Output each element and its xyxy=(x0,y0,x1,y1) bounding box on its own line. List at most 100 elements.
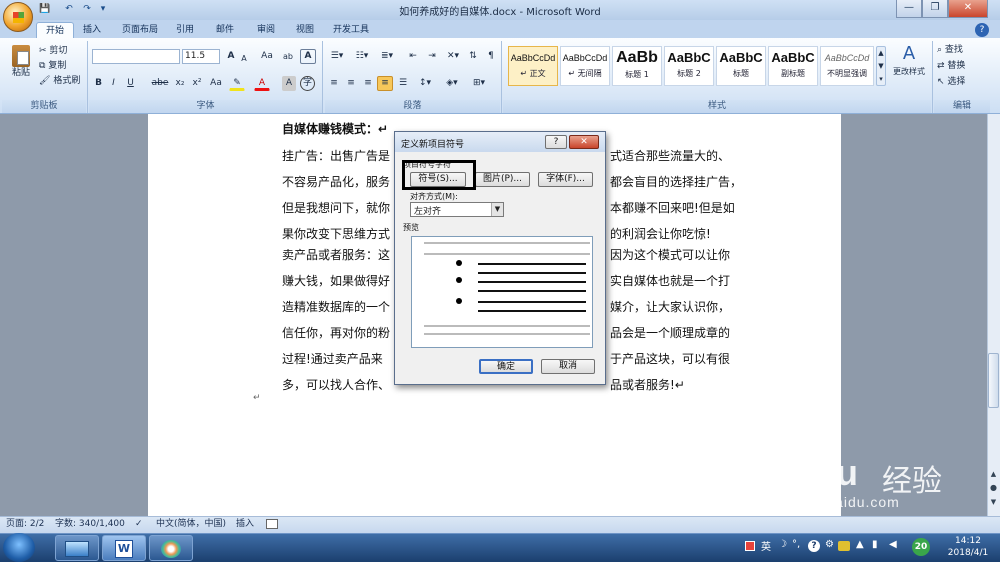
tab-developer[interactable]: 开发工具 xyxy=(324,22,378,38)
font-button[interactable]: 字体(F)... xyxy=(538,172,593,187)
page-count[interactable]: 页面: 2/2 xyxy=(6,518,44,531)
picture-button[interactable]: 图片(P)... xyxy=(475,172,530,187)
replace-button[interactable]: ⇄ 替换 xyxy=(936,59,986,72)
superscript-button[interactable]: x² xyxy=(189,76,205,91)
change-case-small-button[interactable]: Aa xyxy=(207,76,225,91)
insert-mode[interactable]: 插入 xyxy=(236,518,254,531)
ime-moon-icon[interactable]: ☽ xyxy=(778,539,787,550)
align-center-button[interactable]: ≡ xyxy=(343,76,359,91)
preview-line xyxy=(478,263,586,265)
ime-punct-icon[interactable]: °, xyxy=(792,539,800,550)
tab-insert[interactable]: 插入 xyxy=(74,22,110,38)
tab-mailings[interactable]: 邮件 xyxy=(207,22,243,38)
tray-arrow-icon[interactable]: ▲ xyxy=(856,539,864,550)
save-icon[interactable]: 💾 xyxy=(38,3,52,16)
tab-page-layout[interactable]: 页面布局 xyxy=(113,22,167,38)
show-marks-button[interactable]: ¶ xyxy=(484,49,498,64)
scrollbar-thumb[interactable] xyxy=(988,353,999,408)
taskbar-paint[interactable] xyxy=(149,535,193,561)
font-name-dropdown[interactable] xyxy=(92,49,180,64)
macro-record-icon[interactable] xyxy=(266,519,278,529)
help-tray-icon[interactable]: ? xyxy=(808,540,820,552)
tab-view[interactable]: 视图 xyxy=(287,22,323,38)
style-heading-1[interactable]: AaBb 标题 1 xyxy=(612,46,662,86)
font-size-dropdown[interactable]: 11.5 xyxy=(182,49,220,64)
tab-home[interactable]: 开始 xyxy=(36,22,75,38)
ime-settings-icon[interactable]: ⚙ xyxy=(825,539,834,550)
network-icon[interactable]: ▮ xyxy=(872,539,878,550)
highlight-button[interactable]: ✎ xyxy=(229,76,245,91)
alignment-dropdown[interactable]: 左对齐 ▼ xyxy=(410,202,504,217)
format-painter-button[interactable]: 🖌 格式刷 xyxy=(38,74,86,87)
help-icon[interactable]: ? xyxy=(975,23,989,37)
office-button[interactable] xyxy=(3,2,33,32)
redo-icon[interactable]: ↷ xyxy=(80,3,94,16)
align-right-button[interactable]: ≡ xyxy=(360,76,376,91)
ok-button[interactable]: 确定 xyxy=(479,359,533,374)
multilevel-list-button[interactable]: ≣▾ xyxy=(376,49,398,64)
word-count[interactable]: 字数: 340/1,400 xyxy=(55,518,125,531)
undo-icon[interactable]: ↶ xyxy=(62,3,76,16)
styles-scroll-button[interactable]: ▲ ▼ ▾ xyxy=(876,46,886,86)
find-button[interactable]: ⌕ 查找 xyxy=(936,43,986,56)
dialog-help-button[interactable]: ? xyxy=(545,135,567,149)
align-left-button[interactable]: ≡ xyxy=(326,76,342,91)
strikethrough-button[interactable]: abe xyxy=(150,76,170,91)
select-button[interactable]: ↖ 选择 xyxy=(936,75,986,88)
clear-format-button[interactable]: ab xyxy=(279,49,297,64)
increase-indent-button[interactable]: ⇥ xyxy=(424,49,440,64)
close-button[interactable]: ✕ xyxy=(948,0,988,18)
shading-button[interactable]: ◈▾ xyxy=(441,76,463,91)
dialog-close-button[interactable]: ✕ xyxy=(569,135,599,149)
maximize-button[interactable]: ❐ xyxy=(922,0,948,18)
style-heading-2[interactable]: AaBbC 标题 2 xyxy=(664,46,714,86)
spellcheck-icon[interactable]: ✓ xyxy=(135,518,143,531)
customize-toolbar-icon[interactable]: ▾ xyxy=(96,3,110,16)
numbering-button[interactable]: ☷▾ xyxy=(351,49,373,64)
tab-references[interactable]: 引用 xyxy=(167,22,203,38)
bullets-button[interactable]: ☰▾ xyxy=(326,49,348,64)
style-sample: AaBb xyxy=(616,49,658,66)
style-no-spacing[interactable]: AaBbCcDd ↵ 无间隔 xyxy=(560,46,610,86)
tray-app-icon[interactable] xyxy=(838,541,850,551)
shrink-font-button[interactable]: A xyxy=(238,51,250,64)
underline-button[interactable]: U xyxy=(124,76,137,91)
style-title[interactable]: AaBbC 标题 xyxy=(716,46,766,86)
char-border-button[interactable]: A xyxy=(300,49,316,64)
grow-font-button[interactable]: A xyxy=(224,49,238,64)
distribute-button[interactable]: ☰ xyxy=(395,76,411,91)
start-button[interactable] xyxy=(3,533,35,562)
volume-icon[interactable]: ◀ xyxy=(889,539,897,550)
italic-button[interactable]: I xyxy=(107,76,120,91)
security-badge[interactable]: 20 xyxy=(912,538,930,556)
font-color-button[interactable]: A xyxy=(254,76,270,91)
clock[interactable]: 14:12 2018/4/1 xyxy=(940,535,996,559)
subscript-button[interactable]: x₂ xyxy=(172,76,188,91)
tab-review[interactable]: 审阅 xyxy=(248,22,284,38)
style-subtle-emphasis[interactable]: AaBbCcDd 不明显强调 xyxy=(820,46,874,86)
justify-button[interactable]: ≡ xyxy=(377,76,393,91)
change-styles-button[interactable]: A 更改样式 xyxy=(889,42,929,88)
chinese-layout-button[interactable]: ✕▾ xyxy=(444,49,462,64)
line-spacing-button[interactable]: ↕▾ xyxy=(414,76,436,91)
paste-button[interactable]: 粘贴 xyxy=(8,42,34,86)
ime-language[interactable]: 英 xyxy=(761,538,771,553)
ime-icon[interactable] xyxy=(745,541,755,551)
style-normal[interactable]: AaBbCcDd ↵ 正文 xyxy=(508,46,558,86)
cancel-button[interactable]: 取消 xyxy=(541,359,595,374)
char-shading-button[interactable]: A xyxy=(282,76,296,91)
taskbar-explorer[interactable] xyxy=(55,535,99,561)
style-subtitle[interactable]: AaBbC 副标题 xyxy=(768,46,818,86)
decrease-indent-button[interactable]: ⇤ xyxy=(405,49,421,64)
language-status[interactable]: 中文(简体，中国) xyxy=(156,518,226,531)
borders-button[interactable]: ⊞▾ xyxy=(468,76,490,91)
enclose-char-button[interactable]: 字 xyxy=(300,76,315,91)
copy-button[interactable]: ⧉ 复制 xyxy=(38,59,86,72)
sort-button[interactable]: ⇅ xyxy=(465,49,481,64)
taskbar-word[interactable]: W xyxy=(102,535,146,561)
bold-button[interactable]: B xyxy=(92,76,105,91)
change-case-button[interactable]: Aa xyxy=(258,49,276,64)
paragraph-mark: ↵ xyxy=(253,393,261,403)
minimize-button[interactable]: — xyxy=(896,0,922,18)
cut-button[interactable]: ✂ 剪切 xyxy=(38,44,86,57)
